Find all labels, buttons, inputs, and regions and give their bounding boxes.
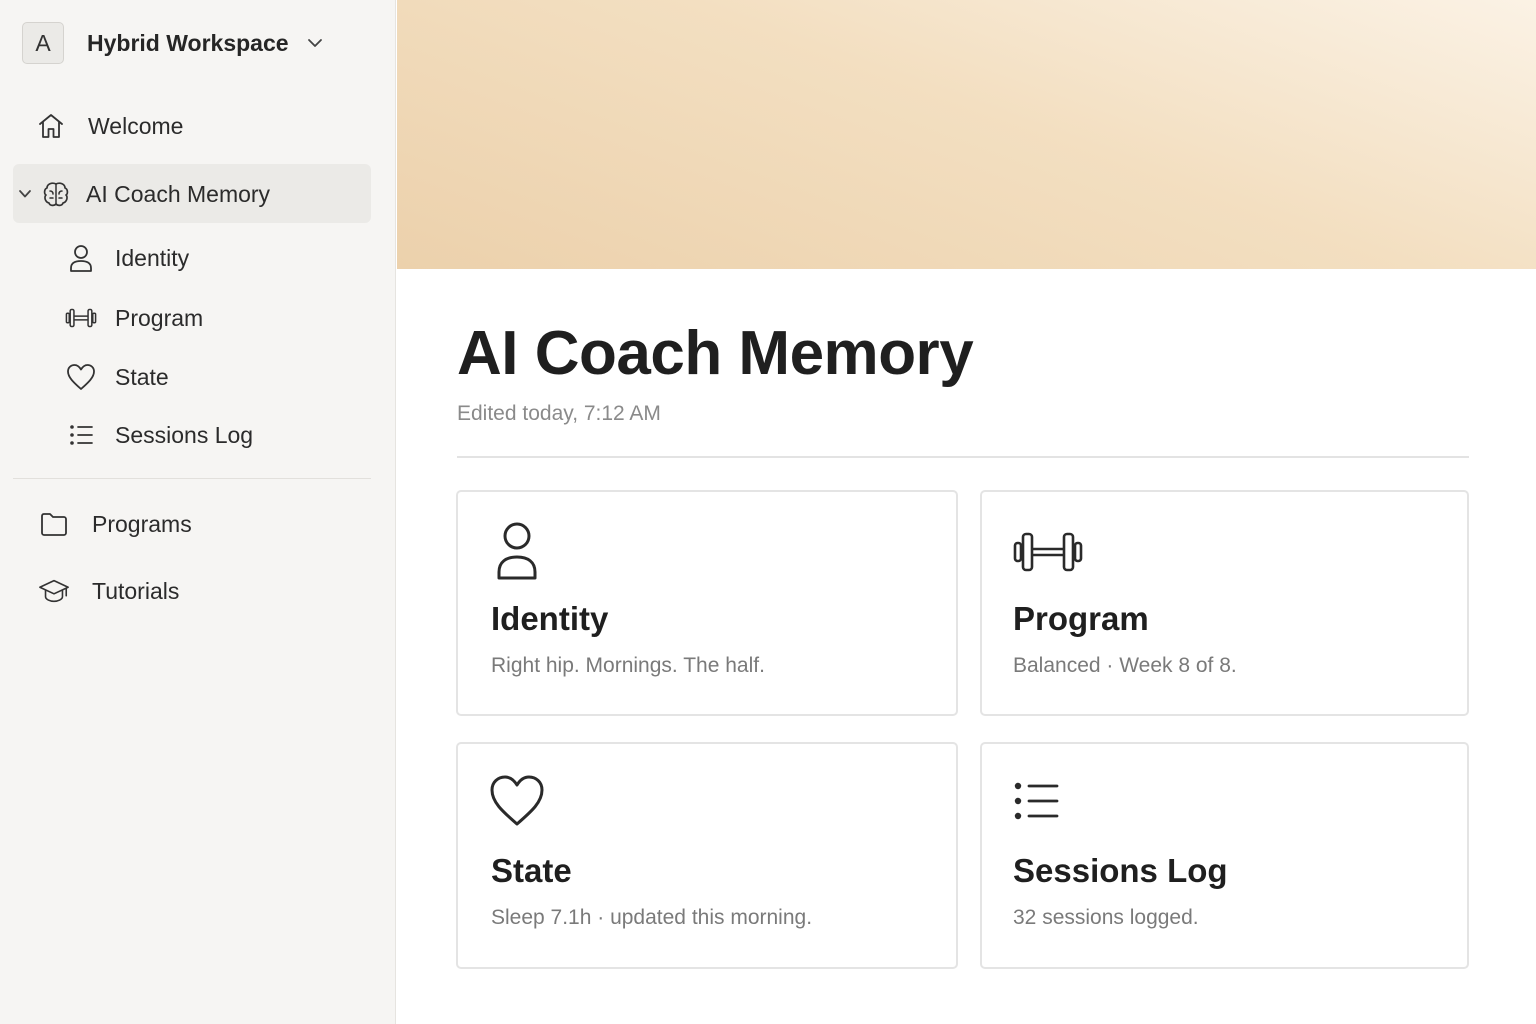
- page-title[interactable]: AI Coach Memory: [457, 318, 974, 389]
- card-title: Identity: [491, 600, 609, 637]
- home-icon: [35, 110, 67, 142]
- chevron-down-icon: [307, 38, 323, 48]
- sidebar-item-programs[interactable]: Programs: [38, 508, 192, 540]
- sidebar-divider: [13, 478, 371, 479]
- sidebar-item-label: Identity: [115, 244, 190, 271]
- card-sessions-log[interactable]: Sessions Log 32 sessions logged.: [980, 742, 1469, 969]
- card-subtitle: Sleep 7.1h · updated this morning.: [491, 906, 813, 929]
- sidebar-item-label: Program: [115, 304, 204, 331]
- sidebar-item-label: AI Coach Memory: [86, 180, 271, 207]
- list-icon: [1013, 780, 1061, 827]
- page-cover[interactable]: [397, 0, 1536, 269]
- sidebar-item-identity[interactable]: Identity: [65, 242, 189, 274]
- dumbbell-icon: [1013, 528, 1083, 581]
- person-icon: [65, 242, 97, 274]
- sidebar-item-label: State: [115, 363, 169, 390]
- sidebar-item-label: Tutorials: [92, 577, 180, 604]
- heart-icon: [65, 361, 97, 393]
- workspace-name: Hybrid Workspace: [87, 29, 289, 56]
- sidebar: A Hybrid Workspace Welcome AI Coach Memo…: [0, 0, 396, 1024]
- card-subtitle: Right hip. Mornings. The half.: [491, 654, 765, 677]
- sidebar-item-ai-coach-memory[interactable]: AI Coach Memory: [18, 178, 270, 210]
- dumbbell-icon: [65, 302, 97, 334]
- folder-icon: [38, 508, 70, 540]
- card-title: Program: [1013, 600, 1149, 637]
- sidebar-item-state[interactable]: State: [65, 361, 169, 393]
- card-program[interactable]: Program Balanced · Week 8 of 8.: [980, 490, 1469, 716]
- edited-timestamp: Edited today, 7:12 AM: [457, 402, 661, 425]
- sidebar-item-label: Welcome: [88, 112, 184, 139]
- card-state[interactable]: State Sleep 7.1h · updated this morning.: [456, 742, 958, 969]
- sidebar-item-label: Sessions Log: [115, 421, 254, 448]
- sidebar-item-label: Programs: [92, 510, 192, 537]
- card-subtitle: 32 sessions logged.: [1013, 906, 1199, 929]
- workspace-switcher[interactable]: A Hybrid Workspace: [22, 21, 323, 65]
- card-title: Sessions Log: [1013, 852, 1228, 889]
- sidebar-item-sessions-log[interactable]: Sessions Log: [65, 419, 253, 451]
- card-subtitle: Balanced · Week 8 of 8.: [1013, 654, 1237, 677]
- sidebar-item-welcome[interactable]: Welcome: [35, 110, 183, 142]
- graduation-cap-icon: [38, 575, 70, 607]
- card-identity[interactable]: Identity Right hip. Mornings. The half.: [456, 490, 958, 716]
- card-title: State: [491, 852, 572, 889]
- chevron-down-icon[interactable]: [18, 189, 40, 199]
- heart-icon: [489, 772, 545, 833]
- brain-icon: [40, 178, 72, 210]
- list-icon: [65, 419, 97, 451]
- workspace-avatar: A: [22, 22, 64, 64]
- person-icon: [489, 520, 545, 587]
- sidebar-item-program[interactable]: Program: [65, 302, 203, 334]
- title-divider: [457, 456, 1469, 458]
- sidebar-item-tutorials[interactable]: Tutorials: [38, 575, 179, 607]
